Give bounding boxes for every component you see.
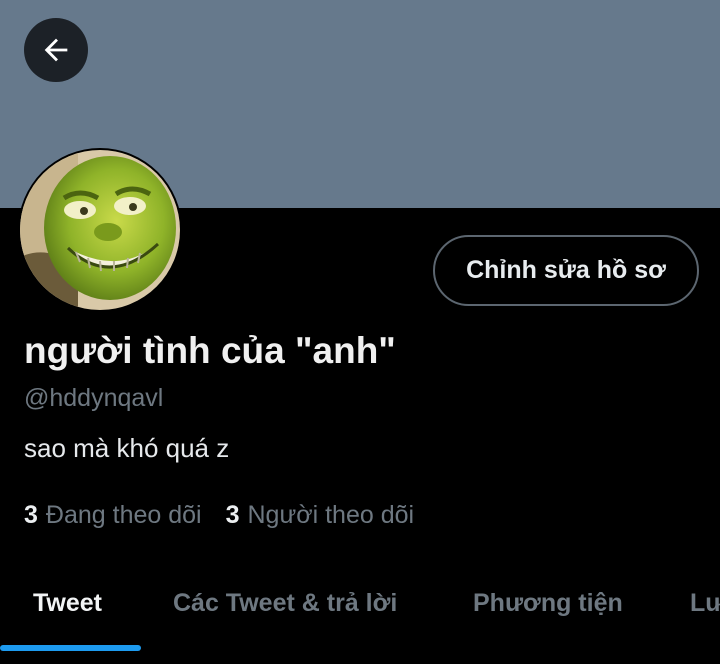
arrow-left-icon (44, 38, 68, 62)
profile-tabs: Tweet Các Tweet & trả lời Phương tiện Lư (0, 560, 720, 664)
following-link[interactable]: 3 Đang theo dõi (24, 501, 202, 530)
tab-media[interactable]: Phương tiện (473, 560, 623, 646)
avatar[interactable] (18, 148, 182, 312)
followers-label: Người theo dõi (247, 501, 415, 529)
tab-tweets[interactable]: Tweet (33, 560, 102, 646)
following-count: 3 (24, 501, 38, 529)
tab-tweets-replies[interactable]: Các Tweet & trả lời (173, 560, 397, 646)
followers-link[interactable]: 3 Người theo dõi (226, 501, 414, 530)
profile-bio: sao mà khó quá z (24, 433, 230, 463)
active-tab-indicator (0, 645, 141, 651)
following-label: Đang theo dõi (45, 501, 202, 529)
profile-stats: 3 Đang theo dõi 3 Người theo dõi (24, 501, 438, 530)
back-button[interactable] (24, 18, 88, 82)
profile-handle: @hddynqavl (24, 384, 164, 412)
followers-count: 3 (225, 501, 240, 529)
tab-likes[interactable]: Lư (690, 560, 720, 646)
edit-profile-button[interactable]: Chỉnh sửa hồ sơ (433, 235, 699, 306)
profile-display-name: người tình của "anh" (24, 330, 396, 371)
